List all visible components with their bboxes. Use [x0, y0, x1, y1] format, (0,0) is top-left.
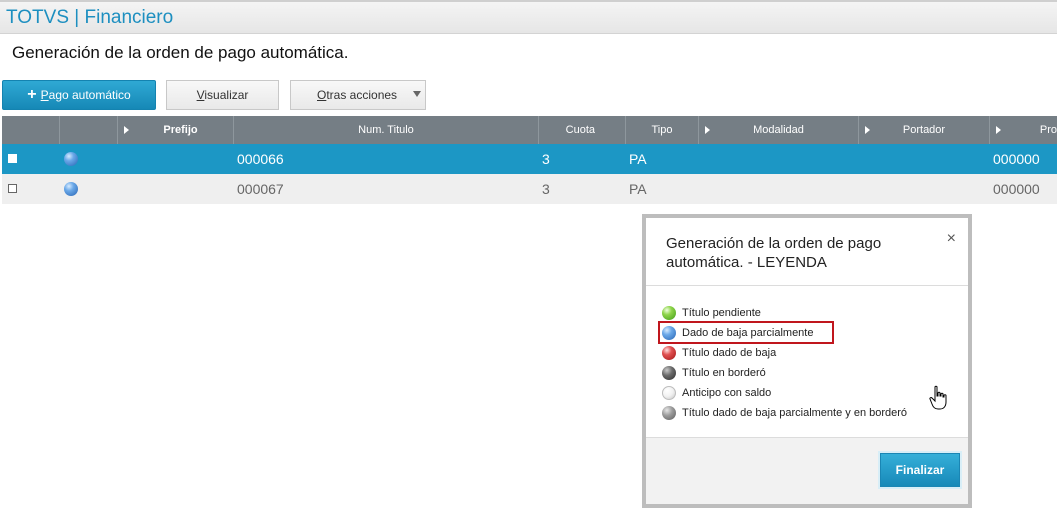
- legend-label: Anticipo con saldo: [682, 387, 772, 399]
- cell-num-titulo: 000066: [237, 151, 284, 167]
- legend-list: Título pendiente Dado de baja parcialmen…: [646, 286, 968, 438]
- column-header-pro[interactable]: Pro: [990, 116, 1057, 144]
- status-blue-icon: [64, 182, 78, 196]
- visualizar-button[interactable]: Visualizar: [166, 80, 279, 110]
- status-blue-icon: [64, 152, 78, 166]
- expand-icon: [124, 126, 129, 134]
- grid-header: Prefijo Num. Titulo Cuota Tipo Modalidad…: [2, 116, 1057, 144]
- row-checkbox[interactable]: [8, 154, 17, 163]
- column-label-prefijo: Prefijo: [163, 124, 198, 136]
- column-header-modalidad[interactable]: Modalidad: [699, 116, 859, 144]
- column-header-portador[interactable]: Portador: [859, 116, 990, 144]
- hand-cursor-icon: [929, 385, 947, 410]
- pago-automatico-label: Pago automático: [40, 88, 131, 102]
- legend-label: Título dado de baja: [682, 347, 777, 359]
- legend-dialog-footer: Finalizar: [646, 438, 968, 504]
- column-label-portador: Portador: [902, 124, 946, 136]
- column-label-pro: Pro: [1039, 124, 1057, 136]
- legend-label: Título en borderó: [682, 367, 766, 379]
- status-white-icon: [662, 386, 676, 400]
- cell-cuota: 3: [542, 151, 550, 167]
- legend-item-baja-parcial: Dado de baja parcialmente: [658, 321, 834, 344]
- expand-icon: [996, 126, 1001, 134]
- cell-pro: 000000: [993, 181, 1040, 197]
- legend-item-baja-parcial-bordero: Título dado de baja parcialmente y en bo…: [662, 404, 907, 422]
- status-column-header[interactable]: [60, 116, 118, 144]
- status-green-icon: [662, 306, 676, 320]
- cell-num-titulo: 000067: [237, 181, 284, 197]
- status-red-icon: [662, 346, 676, 360]
- legend-dialog-title: Generación de la orden de pago automátic…: [666, 235, 882, 271]
- status-gray-icon: [662, 406, 676, 420]
- close-icon[interactable]: ×: [947, 230, 956, 248]
- column-header-prefijo[interactable]: Prefijo: [118, 116, 234, 144]
- expand-icon: [865, 126, 870, 134]
- table-row[interactable]: 000066 3 PA 000000: [2, 144, 1057, 174]
- column-label-modalidad: Modalidad: [753, 124, 804, 136]
- highlight-box: [658, 321, 834, 344]
- column-label-cuota: Cuota: [565, 124, 595, 136]
- legend-label: Título pendiente: [682, 307, 761, 319]
- visualizar-label: Visualizar: [196, 88, 249, 102]
- status-blue-icon: [662, 326, 676, 340]
- app-title: TOTVS | Financiero: [6, 7, 174, 28]
- otras-acciones-label: Otras acciones: [317, 88, 398, 102]
- legend-dialog-header: Generación de la orden de pago automátic…: [646, 218, 968, 286]
- legend-dialog: Generación de la orden de pago automátic…: [642, 214, 972, 508]
- chevron-down-icon: [413, 91, 421, 97]
- page-title: Generación de la orden de pago automátic…: [12, 43, 349, 62]
- table-row[interactable]: 000067 3 PA 000000: [2, 174, 1057, 204]
- plus-icon: +: [27, 86, 37, 103]
- pago-automatico-button[interactable]: + Pago automático: [2, 80, 156, 110]
- cell-cuota: 3: [542, 181, 550, 197]
- column-header-cuota[interactable]: Cuota: [539, 116, 626, 144]
- select-column-header[interactable]: [2, 116, 60, 144]
- legend-item-dado-de-baja: Título dado de baja: [662, 344, 776, 362]
- cell-tipo: PA: [629, 151, 647, 167]
- legend-item-bordero: Título en borderó: [662, 364, 766, 382]
- column-label-tipo: Tipo: [651, 124, 673, 136]
- row-checkbox[interactable]: [8, 184, 17, 193]
- status-dark-icon: [662, 366, 676, 380]
- column-header-tipo[interactable]: Tipo: [626, 116, 699, 144]
- finalizar-button[interactable]: Finalizar: [880, 453, 960, 487]
- expand-icon: [705, 126, 710, 134]
- cell-pro: 000000: [993, 151, 1040, 167]
- column-header-num-titulo[interactable]: Num. Titulo: [234, 116, 539, 144]
- legend-item-anticipo: Anticipo con saldo: [662, 384, 771, 402]
- otras-acciones-button[interactable]: Otras acciones: [290, 80, 426, 110]
- column-label-num-titulo: Num. Titulo: [358, 124, 414, 136]
- app-header: TOTVS | Financiero: [0, 0, 1057, 34]
- titles-grid: Prefijo Num. Titulo Cuota Tipo Modalidad…: [2, 116, 1057, 204]
- cell-tipo: PA: [629, 181, 647, 197]
- legend-label: Título dado de baja parcialmente y en bo…: [682, 407, 908, 419]
- legend-item-pendiente: Título pendiente: [662, 304, 761, 322]
